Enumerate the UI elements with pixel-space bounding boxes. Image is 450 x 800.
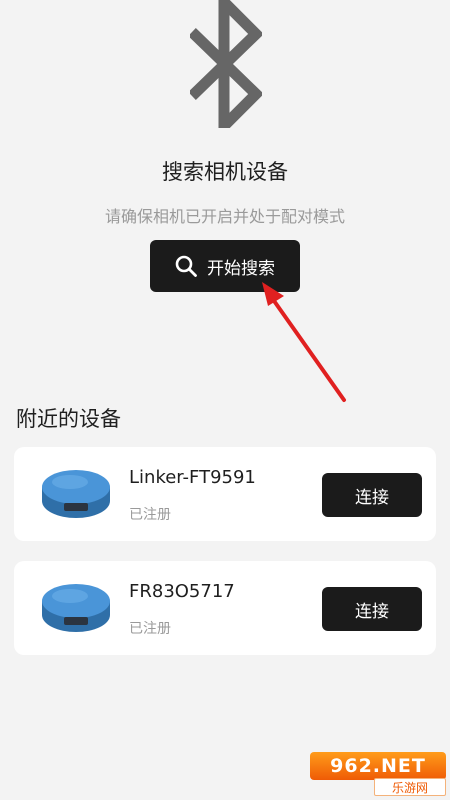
page-subtitle: 请确保相机已开启并处于配对模式 (104, 207, 345, 226)
connect-button[interactable]: 连接 (322, 473, 422, 517)
site-watermark-logo: 962.NET 乐游网 (310, 752, 446, 796)
camera-device-image (42, 470, 110, 518)
device-name: Linker-FT9591 (129, 467, 256, 488)
connect-button[interactable]: 连接 (322, 587, 422, 631)
device-status: 已注册 (129, 621, 171, 637)
search-icon (175, 255, 197, 277)
device-list: Linker-FT9591 已注册 连接 FR83O5717 已注册 连接 (14, 447, 436, 675)
device-name: FR83O5717 (129, 581, 235, 602)
camera-device-image (42, 584, 110, 632)
nearby-devices-title: 附近的设备 (16, 407, 121, 431)
annotation-arrow-icon (262, 282, 346, 402)
device-card: Linker-FT9591 已注册 连接 (14, 447, 436, 541)
watermark-top-text: 962.NET (310, 752, 446, 780)
device-status: 已注册 (129, 507, 171, 523)
device-card: FR83O5717 已注册 连接 (14, 561, 436, 655)
watermark-bottom-text: 乐游网 (374, 778, 446, 796)
page-title: 搜索相机设备 (162, 160, 288, 184)
bluetooth-icon (190, 0, 262, 128)
